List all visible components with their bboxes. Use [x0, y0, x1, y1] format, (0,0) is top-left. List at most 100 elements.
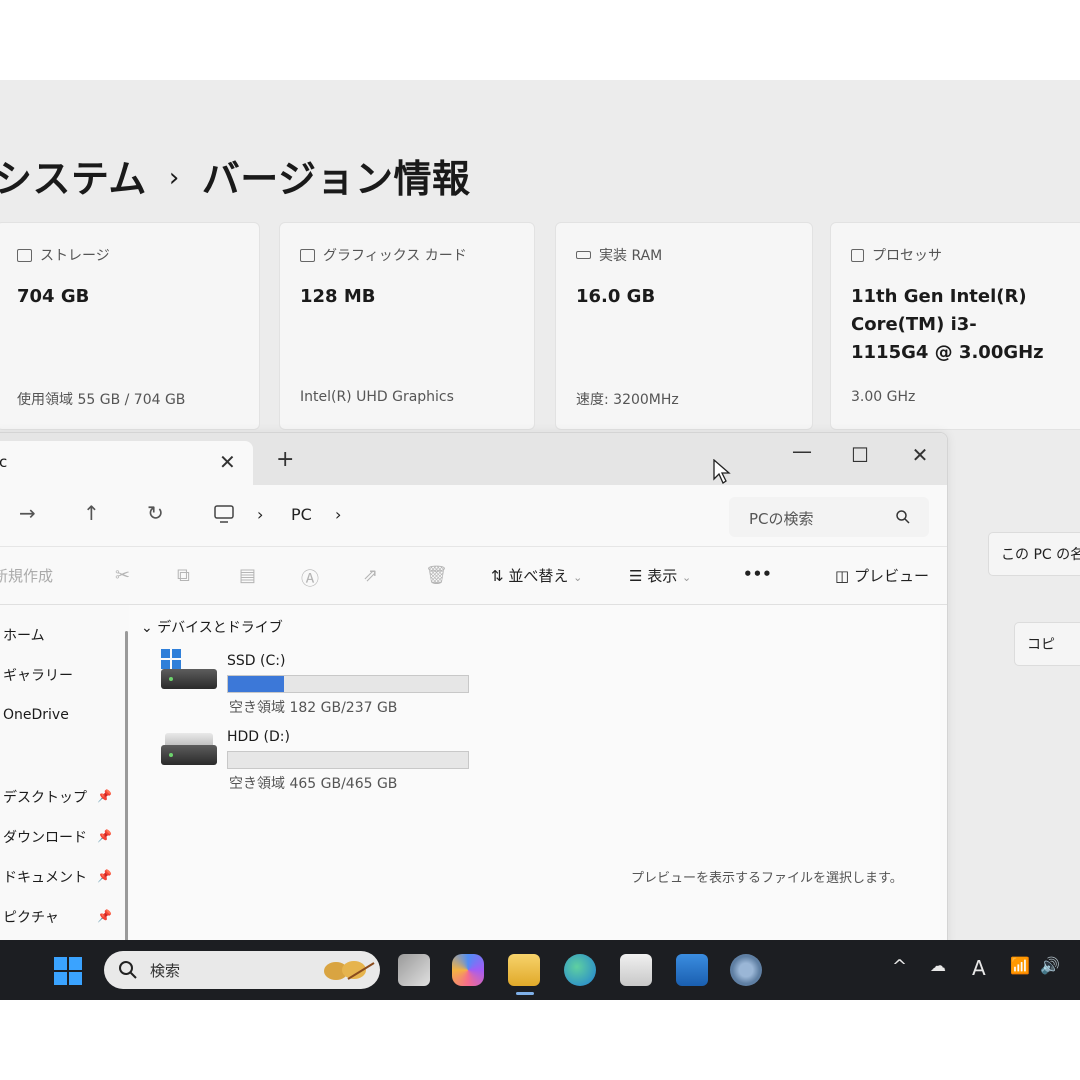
sidebar-item-desktop[interactable]: デスクトップ: [3, 787, 87, 807]
view-button[interactable]: ☰ 表示 ⌄: [629, 565, 691, 586]
taskbar-search-label: 検索: [150, 962, 181, 980]
tab-close-icon[interactable]: ✕: [219, 450, 236, 474]
graphics-label: グラフィックス カード: [323, 248, 467, 264]
monitor-icon[interactable]: [213, 503, 235, 525]
devices-group-header[interactable]: ⌄ デバイスとドライブ: [141, 617, 283, 637]
copilot-icon[interactable]: [452, 954, 484, 986]
preview-message: プレビューを表示するファイルを選択します。: [631, 871, 903, 886]
command-bar: 新規作成 ✂ ⧉ ▤ Ⓐ ⇗ 🗑 ⇅ 並べ替え ⌄ ☰ 表示 ⌄ ••• ◫ プ…: [0, 547, 947, 605]
taskbar-search[interactable]: 検索: [104, 951, 380, 989]
screen: システム › バージョン情報 ストレージ 704 GB 使用領域 55 GB / 7…: [0, 80, 1080, 1000]
breadcrumb-parent[interactable]: システム: [0, 157, 147, 201]
drive-ssd-c[interactable]: SSD (C:) 空き領域 182 GB/237 GB: [161, 649, 481, 716]
storage-value: 704 GB: [17, 286, 90, 307]
show-hidden-icons-chevron-icon[interactable]: ^: [892, 956, 907, 977]
edge-icon[interactable]: [564, 954, 596, 986]
tab-pc[interactable]: c ✕: [0, 441, 253, 485]
breadcrumb-separator: ›: [168, 162, 180, 193]
new-button[interactable]: 新規作成: [0, 565, 53, 586]
delete-icon[interactable]: 🗑: [425, 565, 448, 586]
graphics-card[interactable]: グラフィックス カード 128 MB Intel(R) UHD Graphics: [279, 222, 535, 430]
share-icon[interactable]: ⇗: [363, 565, 378, 586]
preview-pane-button[interactable]: ◫ プレビュー: [835, 565, 929, 586]
more-options-button[interactable]: •••: [743, 565, 772, 583]
search-icon: [896, 510, 910, 524]
ram-icon: [576, 251, 591, 259]
mouse-cursor-icon: [713, 459, 731, 484]
graphics-card-icon: [300, 249, 315, 262]
storage-icon: [17, 249, 32, 262]
drive-icon: [161, 745, 217, 765]
outlook-icon[interactable]: [676, 954, 708, 986]
paste-icon[interactable]: ▤: [239, 565, 256, 586]
ram-card[interactable]: 実装 RAM 16.0 GB 速度: 3200MHz: [555, 222, 813, 430]
file-explorer-icon[interactable]: [508, 954, 540, 986]
drive-free-space: 空き領域 465 GB/465 GB: [229, 776, 398, 792]
address-separator-end[interactable]: ›: [335, 505, 341, 524]
search-placeholder: PCの検索: [749, 510, 814, 528]
close-button[interactable]: ✕: [905, 443, 935, 467]
search-box[interactable]: PCの検索: [729, 497, 929, 537]
preview-pane-icon: ◫: [835, 567, 854, 585]
graphics-value: 128 MB: [300, 286, 376, 307]
processor-speed: 3.00 GHz: [851, 389, 916, 405]
drive-free-space: 空き領域 182 GB/237 GB: [229, 700, 398, 716]
ram-speed: 速度: 3200MHz: [576, 392, 679, 408]
processor-card-header: プロセッサ: [851, 245, 942, 265]
drive-name: HDD (D:): [227, 729, 290, 745]
maximize-button[interactable]: ☐: [845, 443, 875, 467]
settings-icon[interactable]: [730, 954, 762, 986]
start-button[interactable]: [54, 957, 82, 985]
store-icon[interactable]: [620, 954, 652, 986]
copy-icon[interactable]: ⧉: [177, 565, 190, 586]
graphics-card-header: グラフィックス カード: [300, 245, 467, 265]
onedrive-icon[interactable]: ☁: [930, 956, 946, 975]
graphics-name: Intel(R) UHD Graphics: [300, 389, 454, 405]
new-tab-button[interactable]: +: [276, 447, 294, 472]
sidebar-item-documents[interactable]: ドキュメント: [3, 867, 87, 887]
page-title: バージョン情報: [201, 157, 471, 201]
navigation-scrollbar[interactable]: [125, 631, 128, 951]
rename-pc-button[interactable]: この PC の名: [988, 532, 1080, 576]
ime-indicator[interactable]: A: [972, 956, 986, 980]
content-pane: ⌄ デバイスとドライブ SSD (C:) 空き領域 182 GB/237 GB …: [129, 605, 947, 951]
ram-label: 実装 RAM: [599, 248, 663, 264]
up-button[interactable]: ↑: [83, 501, 100, 525]
processor-card[interactable]: プロセッサ 11th Gen Intel(R) Core(TM) i3-1115…: [830, 222, 1080, 430]
rename-icon[interactable]: Ⓐ: [301, 565, 319, 591]
sidebar-item-downloads[interactable]: ダウンロード: [3, 827, 87, 847]
processor-value: 11th Gen Intel(R) Core(TM) i3-1115G4 @ 3…: [851, 286, 1044, 363]
task-view-icon[interactable]: [398, 954, 430, 986]
chevron-down-icon: ⌄: [141, 620, 158, 636]
address-separator[interactable]: ›: [257, 505, 263, 524]
sidebar-item-home[interactable]: ホーム: [3, 625, 45, 645]
devices-group-label: デバイスとドライブ: [157, 620, 283, 636]
sidebar-item-pictures[interactable]: ピクチャ: [3, 907, 59, 927]
cut-icon[interactable]: ✂: [115, 565, 130, 586]
copy-button[interactable]: コピ: [1014, 622, 1080, 666]
wifi-icon[interactable]: 📶: [1010, 956, 1030, 975]
minimize-button[interactable]: —: [787, 439, 817, 463]
navigation-pane: ホーム ギャラリー OneDrive デスクトップ 📌 ダウンロード 📌 ドキュ…: [0, 605, 129, 951]
drive-icon: [161, 669, 217, 689]
refresh-button[interactable]: ↻: [147, 501, 164, 525]
pin-icon: 📌: [97, 789, 112, 803]
sidebar-item-onedrive[interactable]: OneDrive: [3, 707, 69, 723]
address-bar: → ↑ ↻ › PC › PCの検索: [0, 485, 947, 547]
pin-icon: 📌: [97, 909, 112, 923]
drive-hdd-d[interactable]: HDD (D:) 空き領域 465 GB/465 GB: [161, 729, 481, 792]
volume-icon[interactable]: 🔊: [1040, 956, 1060, 975]
sort-button[interactable]: ⇅ 並べ替え ⌄: [491, 565, 582, 586]
ram-card-header: 実装 RAM: [576, 245, 662, 265]
sidebar-item-gallery[interactable]: ギャラリー: [3, 665, 73, 685]
sort-label: 並べ替え: [508, 567, 569, 585]
drive-usage-fill: [228, 676, 284, 692]
address-location[interactable]: PC: [291, 505, 312, 524]
forward-button[interactable]: →: [19, 501, 36, 525]
sort-icon: ⇅: [491, 567, 509, 585]
taskbar: 検索 ^ ☁ A 📶 🔊: [0, 940, 1080, 1000]
preview-label: プレビュー: [853, 567, 929, 585]
storage-card[interactable]: ストレージ 704 GB 使用領域 55 GB / 704 GB: [0, 222, 260, 430]
ram-value: 16.0 GB: [576, 286, 656, 307]
view-label: 表示: [647, 567, 678, 585]
